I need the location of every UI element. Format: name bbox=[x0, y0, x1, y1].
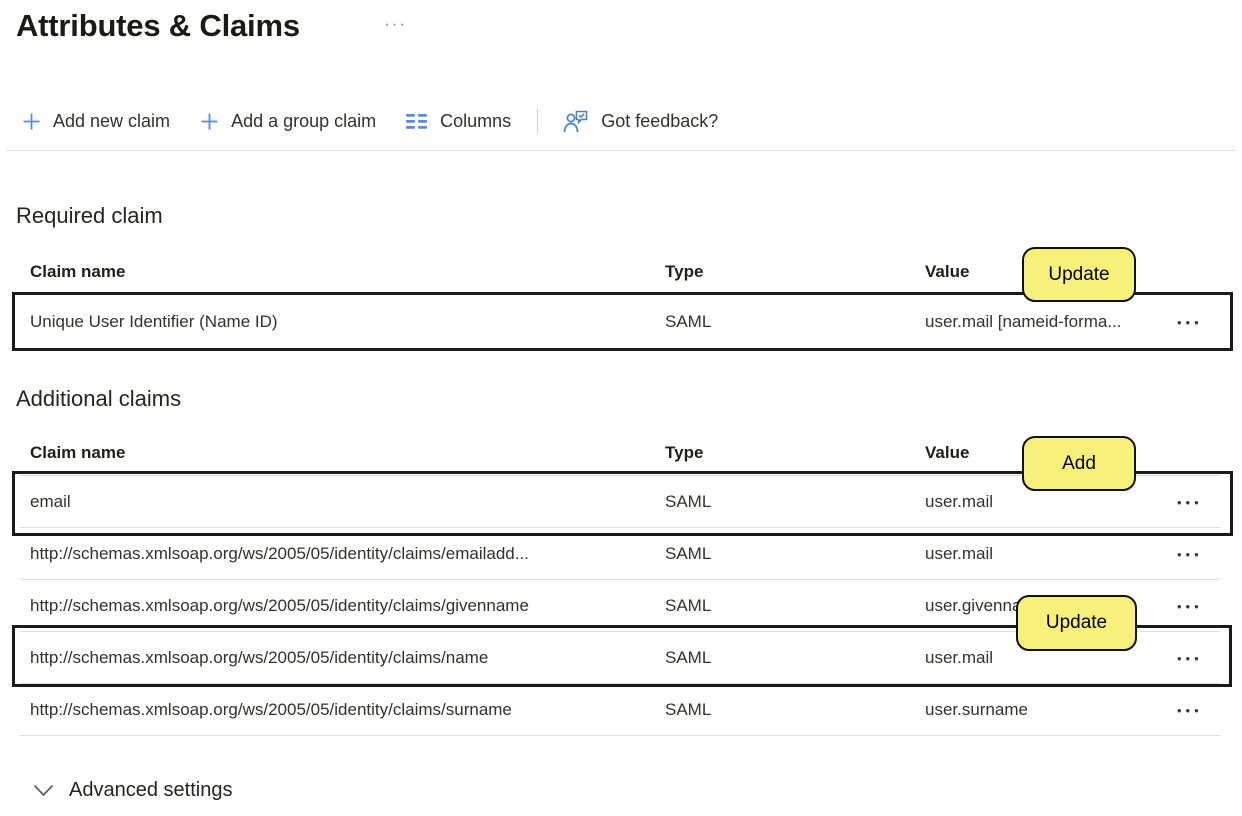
annotation-callout-add-email: Add bbox=[1022, 436, 1136, 491]
add-new-claim-label: Add new claim bbox=[53, 110, 171, 131]
toolbar: Add new claim Add a group claim Columns bbox=[22, 102, 718, 140]
column-header-claim-name: Claim name bbox=[30, 442, 126, 462]
feedback-icon bbox=[562, 109, 589, 134]
claim-name-cell: http://schemas.xmlsoap.org/ws/2005/05/id… bbox=[30, 647, 489, 667]
row-menu-icon: ••• bbox=[1177, 315, 1203, 330]
claim-type-cell: SAML bbox=[665, 595, 712, 615]
row-menu-button[interactable]: ••• bbox=[1177, 314, 1220, 329]
claim-type-cell: SAML bbox=[665, 491, 712, 511]
table-row-emailaddress[interactable]: http://schemas.xmlsoap.org/ws/2005/05/id… bbox=[20, 528, 1220, 580]
annotation-callout-update-name: Update bbox=[1016, 595, 1137, 651]
table-row-nameid[interactable]: Unique User Identifier (Name ID) SAML us… bbox=[20, 294, 1220, 350]
claim-type-cell: SAML bbox=[665, 699, 712, 719]
additional-claims-section-title: Additional claims bbox=[16, 386, 182, 411]
row-menu-button[interactable]: ••• bbox=[1177, 598, 1220, 613]
claim-value-cell: user.mail [nameid-forma... bbox=[925, 311, 1122, 331]
row-menu-button[interactable]: ••• bbox=[1177, 650, 1220, 665]
row-menu-icon: ••• bbox=[1177, 495, 1203, 510]
annotation-callout-update-required: Update bbox=[1022, 247, 1136, 302]
columns-icon bbox=[406, 113, 428, 130]
claim-name-cell: email bbox=[30, 491, 71, 511]
row-menu-button[interactable]: ••• bbox=[1177, 702, 1220, 717]
got-feedback-button[interactable]: Got feedback? bbox=[562, 109, 718, 134]
claim-type-cell: SAML bbox=[665, 647, 712, 667]
claim-value-cell: user.surname bbox=[925, 699, 1028, 719]
column-header-type: Type bbox=[665, 442, 704, 462]
columns-button[interactable]: Columns bbox=[406, 111, 511, 132]
row-menu-button[interactable]: ••• bbox=[1177, 494, 1220, 509]
chevron-down-icon bbox=[33, 784, 54, 797]
advanced-settings-label: Advanced settings bbox=[69, 779, 233, 801]
claim-value-cell: user.mail bbox=[925, 491, 994, 511]
row-menu-icon: ••• bbox=[1177, 651, 1203, 666]
ellipsis-icon: ··· bbox=[384, 14, 407, 33]
claim-name-cell: http://schemas.xmlsoap.org/ws/2005/05/id… bbox=[30, 595, 529, 615]
title-context-menu-button[interactable]: ··· bbox=[384, 14, 407, 34]
advanced-settings-toggle[interactable]: Advanced settings bbox=[33, 779, 232, 802]
plus-icon bbox=[22, 112, 41, 131]
columns-label: Columns bbox=[440, 110, 512, 131]
toolbar-divider bbox=[537, 108, 539, 134]
claim-type-cell: SAML bbox=[665, 311, 712, 331]
claim-name-cell: http://schemas.xmlsoap.org/ws/2005/05/id… bbox=[30, 543, 529, 563]
claim-name-cell: Unique User Identifier (Name ID) bbox=[30, 311, 278, 331]
got-feedback-label: Got feedback? bbox=[601, 110, 719, 131]
add-group-claim-label: Add a group claim bbox=[231, 110, 377, 131]
row-menu-icon: ••• bbox=[1177, 599, 1203, 614]
claim-type-cell: SAML bbox=[665, 543, 712, 563]
plus-icon bbox=[200, 112, 219, 131]
required-claim-section-title: Required claim bbox=[16, 203, 163, 228]
column-header-claim-name: Claim name bbox=[30, 261, 126, 281]
table-row-surname[interactable]: http://schemas.xmlsoap.org/ws/2005/05/id… bbox=[20, 684, 1220, 736]
add-new-claim-button[interactable]: Add new claim bbox=[22, 111, 170, 132]
claim-value-cell: user.mail bbox=[925, 543, 994, 563]
row-menu-button[interactable]: ••• bbox=[1177, 546, 1220, 561]
claim-name-cell: http://schemas.xmlsoap.org/ws/2005/05/id… bbox=[30, 699, 512, 719]
row-menu-icon: ••• bbox=[1177, 703, 1203, 718]
add-group-claim-button[interactable]: Add a group claim bbox=[200, 111, 376, 132]
row-menu-icon: ••• bbox=[1177, 547, 1203, 562]
page-title: Attributes & Claims bbox=[16, 8, 300, 43]
toolbar-rule bbox=[6, 150, 1236, 151]
column-header-type: Type bbox=[665, 261, 704, 281]
